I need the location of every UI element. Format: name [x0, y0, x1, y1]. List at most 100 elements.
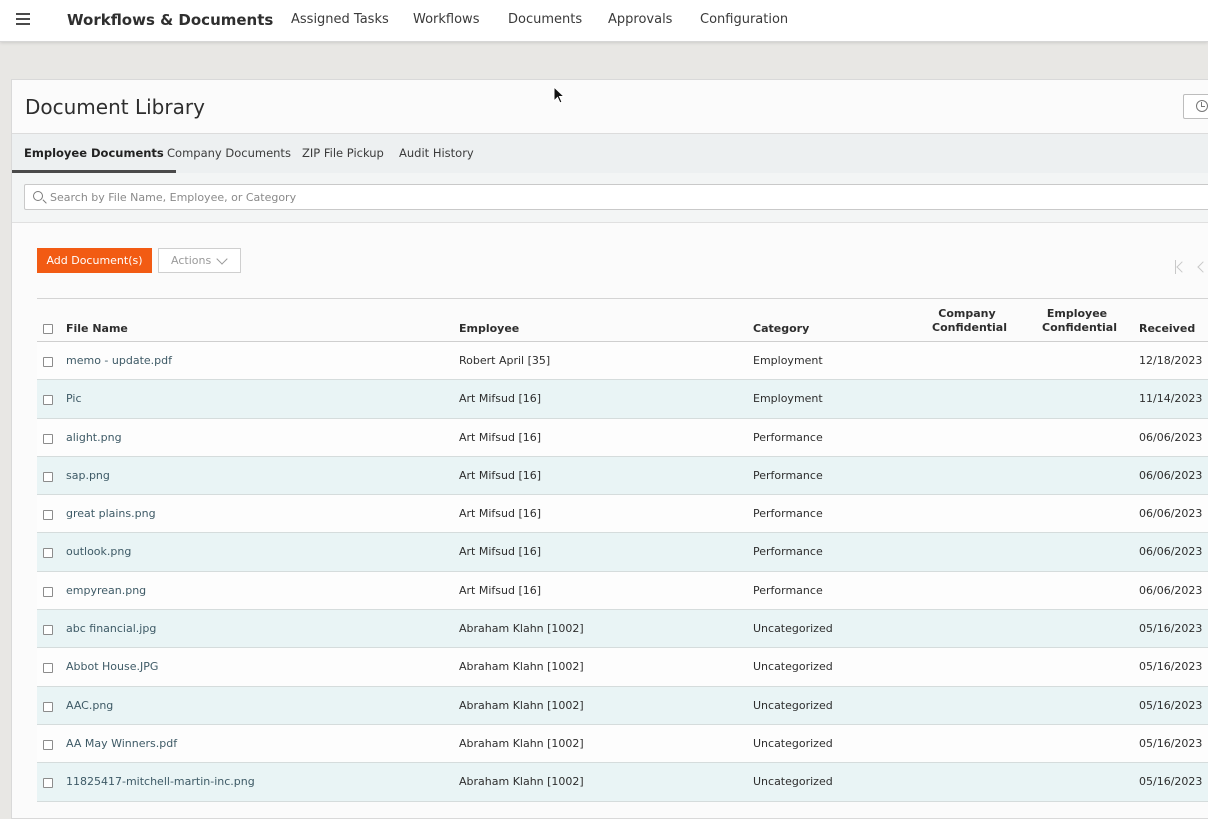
first-page-icon[interactable] — [1174, 260, 1188, 274]
row-checkbox[interactable] — [43, 625, 53, 636]
category-cell: Uncategorized — [753, 775, 833, 789]
received-cell: 06/06/2023 — [1139, 583, 1203, 597]
tab-zip-file-pickup[interactable]: ZIP File Pickup — [302, 134, 384, 173]
employee-cell: Abraham Klahn [1002] — [459, 660, 584, 674]
employee-cell: Abraham Klahn [1002] — [459, 622, 584, 636]
tab-audit-history[interactable]: Audit History — [399, 134, 474, 173]
file-name-link[interactable]: Abbot House.JPG — [66, 660, 158, 673]
category-cell: Performance — [753, 545, 823, 559]
table-row[interactable]: Abbot House.JPG Abraham Klahn [1002] Uncat… — [37, 648, 1208, 687]
employee-cell: Abraham Klahn [1002] — [459, 736, 584, 750]
app-title: Workflows & Documents — [67, 11, 274, 29]
nav-configuration[interactable]: Configuration — [700, 12, 788, 27]
header-file-name[interactable]: File Name — [66, 322, 128, 335]
header-employee-confidential-line2: Confidential — [1042, 321, 1118, 334]
tab-employee-documents[interactable]: Employee Documents — [12, 134, 176, 173]
row-checkbox[interactable] — [43, 663, 53, 674]
document-library-panel: Document Library Employee Documents Comp… — [11, 79, 1208, 819]
received-cell: 06/06/2023 — [1139, 468, 1203, 482]
search-box — [24, 184, 1208, 210]
file-name-link[interactable]: memo - update.pdf — [66, 354, 172, 367]
file-name-link[interactable]: AA May Winners.pdf — [66, 737, 177, 750]
add-documents-button[interactable]: Add Document(s) — [37, 248, 152, 273]
table-row[interactable]: Pic Art Mifsud [16] Employment 11/14/2023 — [37, 380, 1208, 419]
employee-cell: Art Mifsud [16] — [459, 430, 542, 444]
employee-cell: Art Mifsud [16] — [459, 545, 542, 559]
table-row[interactable]: AA May Winners.pdf Abraham Klahn [1002] Un… — [37, 724, 1208, 764]
category-cell: Uncategorized — [753, 736, 833, 750]
header-company-confidential-line2: Confidential — [932, 321, 1008, 334]
employee-cell: Abraham Klahn [1002] — [459, 698, 584, 712]
table-row[interactable]: sap.png Art Mifsud [16] Performance 06/06/2… — [37, 456, 1208, 496]
file-name-link[interactable]: AAC.png — [66, 699, 113, 712]
category-cell: Employment — [753, 354, 823, 367]
nav-approvals[interactable]: Approvals — [608, 12, 672, 27]
row-checkbox[interactable] — [43, 739, 53, 750]
page-title: Document Library — [25, 95, 205, 119]
file-name-link[interactable]: great plains.png — [66, 507, 156, 520]
tab-company-documents[interactable]: Company Documents — [167, 134, 291, 173]
search-area — [12, 173, 1208, 223]
row-checkbox[interactable] — [43, 586, 53, 597]
received-cell: 12/18/2023 — [1139, 354, 1203, 367]
search-input[interactable] — [50, 188, 1200, 206]
file-name-link[interactable]: 11825417-mitchell-martin-inc.png — [66, 775, 255, 788]
category-cell: Performance — [753, 430, 823, 444]
actions-label: Actions — [171, 254, 212, 267]
category-cell: Performance — [753, 583, 823, 597]
row-checkbox[interactable] — [43, 510, 53, 521]
table-body: memo - update.pdf Robert April [35] Employ… — [37, 342, 1208, 802]
history-button[interactable] — [1183, 94, 1208, 119]
table-header: File Name Employee Category Company Conf… — [37, 299, 1208, 342]
row-checkbox[interactable] — [43, 778, 53, 789]
table-row[interactable]: empyrean.png Art Mifsud [16] Performance 06… — [37, 571, 1208, 611]
header-employee-confidential[interactable]: Employee Confidential — [1042, 307, 1118, 335]
actions-dropdown[interactable]: Actions — [158, 248, 241, 273]
nav-documents[interactable]: Documents — [508, 12, 582, 27]
table-row[interactable]: abc financial.jpg Abraham Klahn [1002] Unc… — [37, 610, 1208, 649]
row-checkbox[interactable] — [43, 471, 53, 482]
header-company-confidential[interactable]: Company Confidential — [932, 307, 1008, 335]
nav-workflows[interactable]: Workflows — [413, 12, 479, 27]
file-name-link[interactable]: alight.png — [66, 431, 122, 444]
file-name-link[interactable]: sap.png — [66, 469, 110, 482]
received-cell: 11/14/2023 — [1139, 392, 1203, 406]
row-checkbox[interactable] — [43, 701, 53, 712]
hamburger-menu-icon[interactable] — [16, 13, 30, 27]
employee-cell: Art Mifsud [16] — [459, 507, 542, 521]
employee-cell: Art Mifsud [16] — [459, 392, 542, 406]
previous-page-icon[interactable] — [1196, 260, 1208, 274]
file-name-link[interactable]: outlook.png — [66, 545, 131, 558]
file-name-link[interactable]: abc financial.jpg — [66, 622, 156, 635]
nav-assigned-tasks[interactable]: Assigned Tasks — [291, 12, 389, 27]
table-row[interactable]: 11825417-mitchell-martin-inc.png Abraham … — [37, 763, 1208, 802]
header-category[interactable]: Category — [753, 322, 809, 335]
file-name-link[interactable]: Pic — [66, 392, 82, 405]
header-employee[interactable]: Employee — [459, 322, 519, 335]
table-row[interactable]: alight.png Art Mifsud [16] Performance 06/0… — [37, 418, 1208, 457]
tabs-bar: Employee Documents Company Documents ZIP… — [12, 133, 1208, 173]
received-cell: 05/16/2023 — [1139, 736, 1203, 750]
file-name-link[interactable]: empyrean.png — [66, 584, 146, 597]
header-received[interactable]: Received — [1139, 322, 1195, 335]
table-row[interactable]: AAC.png Abraham Klahn [1002] Uncategorized… — [37, 686, 1208, 725]
search-icon — [33, 191, 43, 201]
category-cell: Uncategorized — [753, 622, 833, 636]
table-row[interactable]: great plains.png Art Mifsud [16] Performan… — [37, 495, 1208, 534]
select-all-checkbox[interactable] — [43, 324, 53, 334]
received-cell: 06/06/2023 — [1139, 545, 1203, 559]
received-cell: 06/06/2023 — [1139, 430, 1203, 444]
table-row[interactable]: outlook.png Art Mifsud [16] Performance 06/… — [37, 533, 1208, 572]
chevron-down-icon — [216, 253, 228, 265]
employee-cell: Art Mifsud [16] — [459, 468, 542, 482]
clock-icon — [1196, 100, 1208, 112]
documents-table: File Name Employee Category Company Conf… — [37, 298, 1208, 802]
row-checkbox[interactable] — [43, 433, 53, 444]
table-row[interactable]: memo - update.pdf Robert April [35] Employ… — [37, 342, 1208, 381]
header-employee-confidential-line1: Employee — [1046, 307, 1108, 320]
category-cell: Performance — [753, 507, 823, 521]
row-checkbox[interactable] — [43, 548, 53, 559]
top-nav-bar: Workflows & Documents Assigned Tasks Wor… — [0, 0, 1208, 42]
row-checkbox[interactable] — [43, 395, 53, 406]
row-checkbox[interactable] — [43, 357, 53, 367]
